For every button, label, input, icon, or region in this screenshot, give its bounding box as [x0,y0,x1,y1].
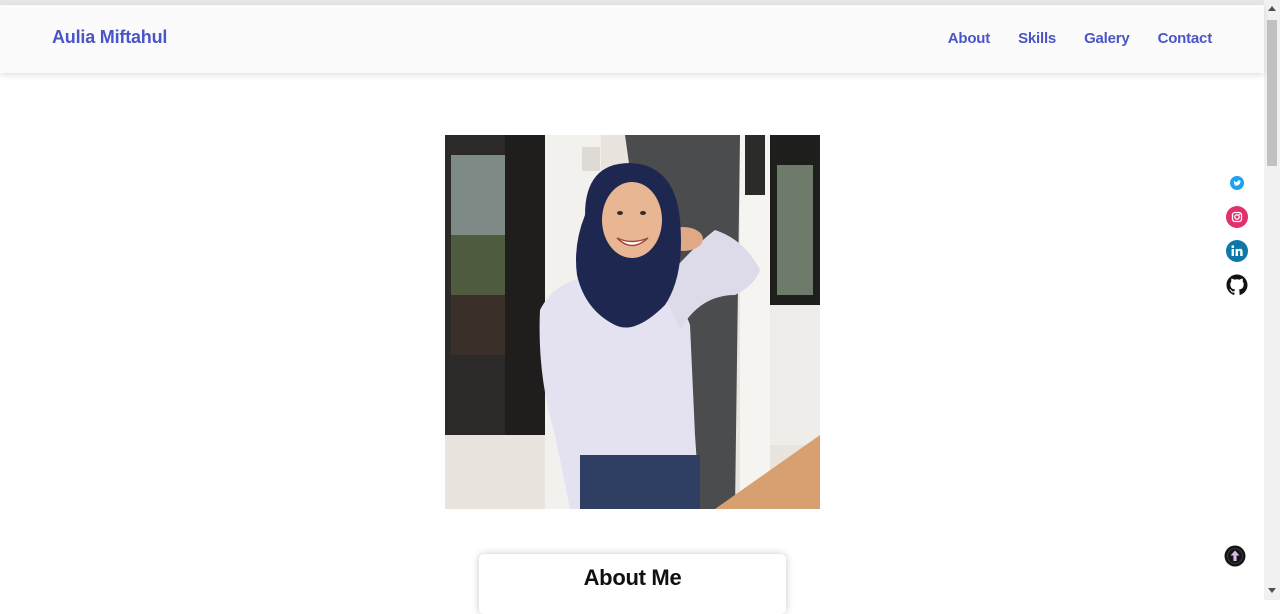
arrow-up-icon [1224,545,1246,567]
brand-logo[interactable]: Aulia Miftahul [52,27,167,48]
github-link[interactable] [1225,273,1249,297]
nav-links: About Skills Galery Contact [948,30,1212,47]
nav-about[interactable]: About [948,30,991,47]
vertical-scrollbar[interactable] [1264,0,1280,600]
navbar: Aulia Miftahul About Skills Galery Conta… [0,5,1264,73]
twitter-link[interactable] [1225,172,1249,196]
twitter-icon [1230,176,1244,190]
instagram-link[interactable] [1225,205,1249,229]
instagram-icon [1226,206,1248,228]
linkedin-icon [1226,240,1248,262]
nav-galery[interactable]: Galery [1084,30,1130,47]
scrollbar-thumb[interactable] [1267,20,1277,166]
scroll-up-arrow-icon[interactable] [1268,6,1276,11]
about-card: About Me [479,554,786,614]
linkedin-link[interactable] [1225,239,1249,263]
nav-skills[interactable]: Skills [1018,30,1056,47]
github-icon [1226,274,1248,295]
scroll-down-arrow-icon[interactable] [1268,588,1276,593]
profile-photo [445,135,820,509]
scroll-to-top-button[interactable] [1224,545,1246,567]
nav-contact[interactable]: Contact [1158,30,1213,47]
about-title: About Me [583,565,682,590]
